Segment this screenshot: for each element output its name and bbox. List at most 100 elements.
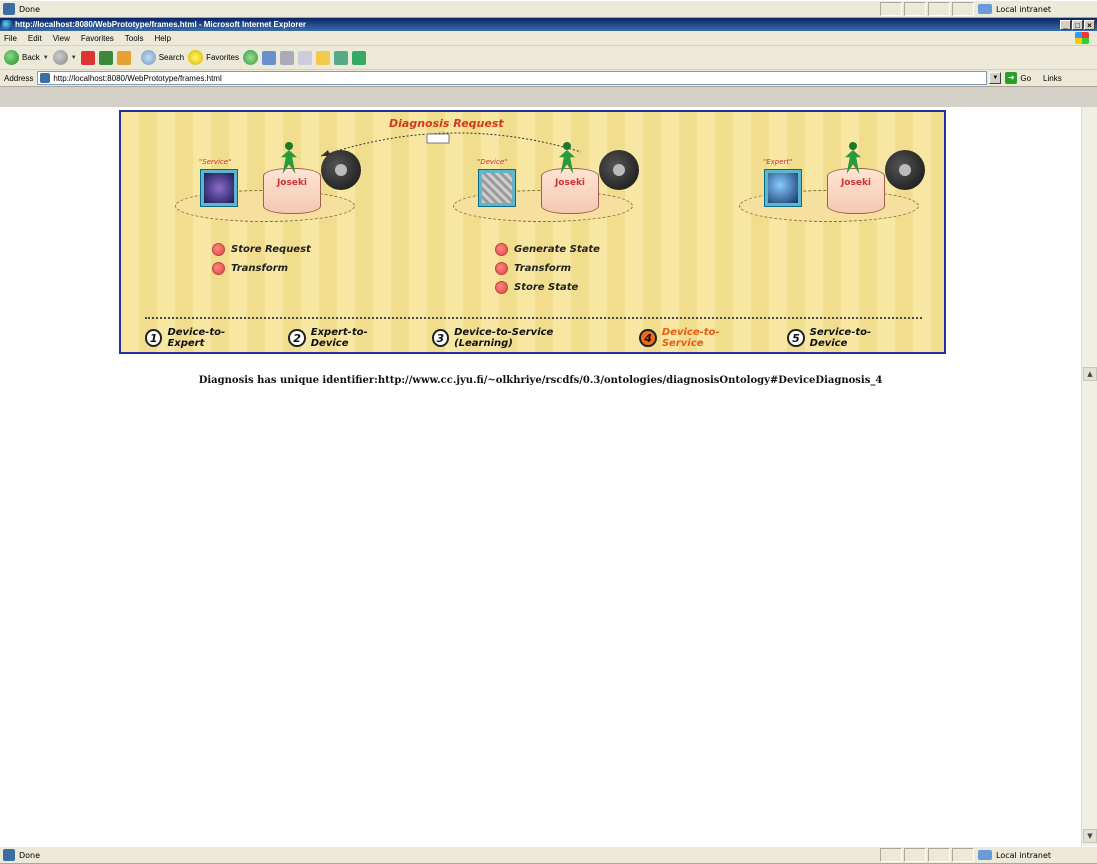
scroll-up-button[interactable]: ▲ bbox=[1083, 367, 1097, 381]
scenario-tabs: 1 Device-to-Expert 2 Expert-to-Device 3 Dev… bbox=[145, 327, 935, 349]
chevron-down-icon: ▼ bbox=[70, 54, 77, 61]
menu-view[interactable]: View bbox=[53, 34, 70, 43]
search-button[interactable]: Search bbox=[140, 50, 185, 65]
divider bbox=[145, 317, 922, 319]
zone-indicator: Local intranet bbox=[974, 2, 1094, 16]
menu-tools[interactable]: Tools bbox=[125, 34, 144, 43]
restore-button[interactable]: □ bbox=[1072, 19, 1083, 30]
status-cell bbox=[880, 848, 902, 862]
home-icon[interactable] bbox=[116, 50, 131, 65]
server-label: Joseki bbox=[840, 178, 872, 188]
diagnosis-message: Diagnosis has unique identifier:http://w… bbox=[198, 375, 883, 386]
minimize-button[interactable]: _ bbox=[1060, 19, 1071, 30]
window-titlebar: http://localhost:8080/WebPrototype/frame… bbox=[0, 18, 1097, 31]
mail-icon[interactable] bbox=[261, 50, 276, 65]
tab-label: Service-to-Device bbox=[809, 327, 872, 349]
list-item: Transform bbox=[495, 259, 600, 278]
role-label: "Device" bbox=[477, 158, 508, 166]
device-icon bbox=[479, 170, 515, 206]
tab-device-to-expert[interactable]: 1 Device-to-Expert bbox=[145, 327, 258, 349]
internet-explorer-icon bbox=[2, 19, 12, 30]
bottom-status-bar: Done Local intranet bbox=[0, 846, 1097, 864]
favorites-button[interactable]: Favorites bbox=[188, 50, 239, 65]
step-label: Generate State bbox=[514, 244, 600, 255]
menu-edit[interactable]: Edit bbox=[28, 34, 42, 43]
zone-label: Local intranet bbox=[996, 4, 1052, 14]
status-text: Done bbox=[19, 4, 41, 14]
links-button[interactable]: Links bbox=[1043, 74, 1062, 83]
address-dropdown-button[interactable]: ▼ bbox=[989, 72, 1002, 84]
step-label: Store Request bbox=[231, 244, 311, 255]
device-node: "Device" Joseki bbox=[453, 140, 639, 230]
tab-label: Device-to-Service bbox=[661, 327, 720, 349]
address-input[interactable]: http://localhost:8080/WebPrototype/frame… bbox=[37, 71, 988, 85]
page-content: Diagnosis Request "Service" Joseki "Devi… bbox=[0, 107, 1081, 846]
expert-node: "Expert" Joseki bbox=[739, 140, 925, 230]
intranet-icon bbox=[978, 850, 992, 860]
tab-label: Expert-to-Device bbox=[310, 327, 368, 349]
zone-label: Local intranet bbox=[996, 850, 1052, 860]
step-bullet-icon bbox=[212, 262, 225, 275]
folder-icon[interactable] bbox=[315, 50, 330, 65]
step-number-icon: 4 bbox=[639, 329, 657, 347]
print-icon[interactable] bbox=[279, 50, 294, 65]
stop-icon[interactable] bbox=[80, 50, 95, 65]
step-number-icon: 1 bbox=[145, 329, 163, 347]
back-arrow-icon bbox=[4, 50, 19, 65]
forward-button[interactable]: ▼ bbox=[52, 50, 77, 65]
device-steps: Generate State Transform Store State bbox=[495, 240, 600, 297]
step-label: Transform bbox=[231, 263, 289, 274]
role-label: "Expert" bbox=[763, 158, 793, 166]
close-button[interactable]: × bbox=[1084, 19, 1095, 30]
page-icon bbox=[3, 3, 15, 15]
chevron-down-icon: ▼ bbox=[42, 54, 49, 61]
address-label: Address bbox=[4, 73, 34, 83]
tab-expert-to-device[interactable]: 2 Expert-to-Device bbox=[288, 327, 401, 349]
tab-device-to-service-learning[interactable]: 3 Device-to-Service (Learning) bbox=[431, 327, 610, 349]
window-title: http://localhost:8080/WebPrototype/frame… bbox=[15, 20, 307, 29]
role-label: "Service" bbox=[199, 158, 232, 166]
menu-file[interactable]: File bbox=[4, 34, 17, 43]
list-item: Store State bbox=[495, 278, 600, 297]
vertical-scrollbar[interactable]: ▲ ▼ bbox=[1081, 107, 1097, 846]
globe-icon bbox=[765, 170, 801, 206]
page-icon bbox=[40, 73, 51, 83]
zone-indicator: Local intranet bbox=[974, 848, 1094, 862]
navigation-banner: Diagnosis Request "Service" Joseki "Devi… bbox=[119, 110, 946, 354]
list-item: Store Request bbox=[212, 240, 311, 259]
step-number-icon: 5 bbox=[787, 329, 805, 347]
step-number-icon: 2 bbox=[288, 329, 306, 347]
banner-title: Diagnosis Request bbox=[389, 117, 504, 130]
menu-help[interactable]: Help bbox=[154, 34, 170, 43]
search-label: Search bbox=[158, 53, 185, 62]
back-label: Back bbox=[22, 53, 40, 62]
step-bullet-icon bbox=[212, 243, 225, 256]
go-button[interactable]: ➜ Go bbox=[1005, 72, 1031, 84]
page-icon bbox=[3, 849, 15, 861]
history-icon[interactable] bbox=[242, 50, 258, 65]
edit-icon[interactable] bbox=[297, 50, 312, 65]
server-label: Joseki bbox=[276, 178, 308, 188]
intranet-icon bbox=[978, 4, 992, 14]
step-label: Store State bbox=[514, 282, 579, 293]
step-bullet-icon bbox=[495, 243, 508, 256]
scroll-down-button[interactable]: ▼ bbox=[1083, 829, 1097, 843]
messenger-icon[interactable] bbox=[333, 50, 348, 65]
back-button[interactable]: Back ▼ bbox=[4, 50, 49, 65]
status-cell bbox=[952, 2, 974, 16]
list-item: Generate State bbox=[495, 240, 600, 259]
status-cell bbox=[928, 848, 950, 862]
agent-figure-icon bbox=[557, 142, 577, 176]
bug-icon[interactable] bbox=[351, 50, 366, 65]
menu-favorites[interactable]: Favorites bbox=[81, 34, 114, 43]
standard-toolbar: Back ▼ ▼ Search Favorites bbox=[0, 46, 1097, 70]
tab-service-to-device[interactable]: 5 Service-to-Device bbox=[787, 327, 905, 349]
status-cell bbox=[880, 2, 902, 16]
tab-device-to-service[interactable]: 4 Device-to-Service bbox=[639, 327, 757, 349]
go-arrow-icon: ➜ bbox=[1005, 72, 1018, 84]
status-cell bbox=[904, 848, 926, 862]
service-steps: Store Request Transform bbox=[212, 240, 311, 278]
step-bullet-icon bbox=[495, 281, 508, 294]
step-number-icon: 3 bbox=[431, 329, 450, 347]
refresh-icon[interactable] bbox=[98, 50, 113, 65]
